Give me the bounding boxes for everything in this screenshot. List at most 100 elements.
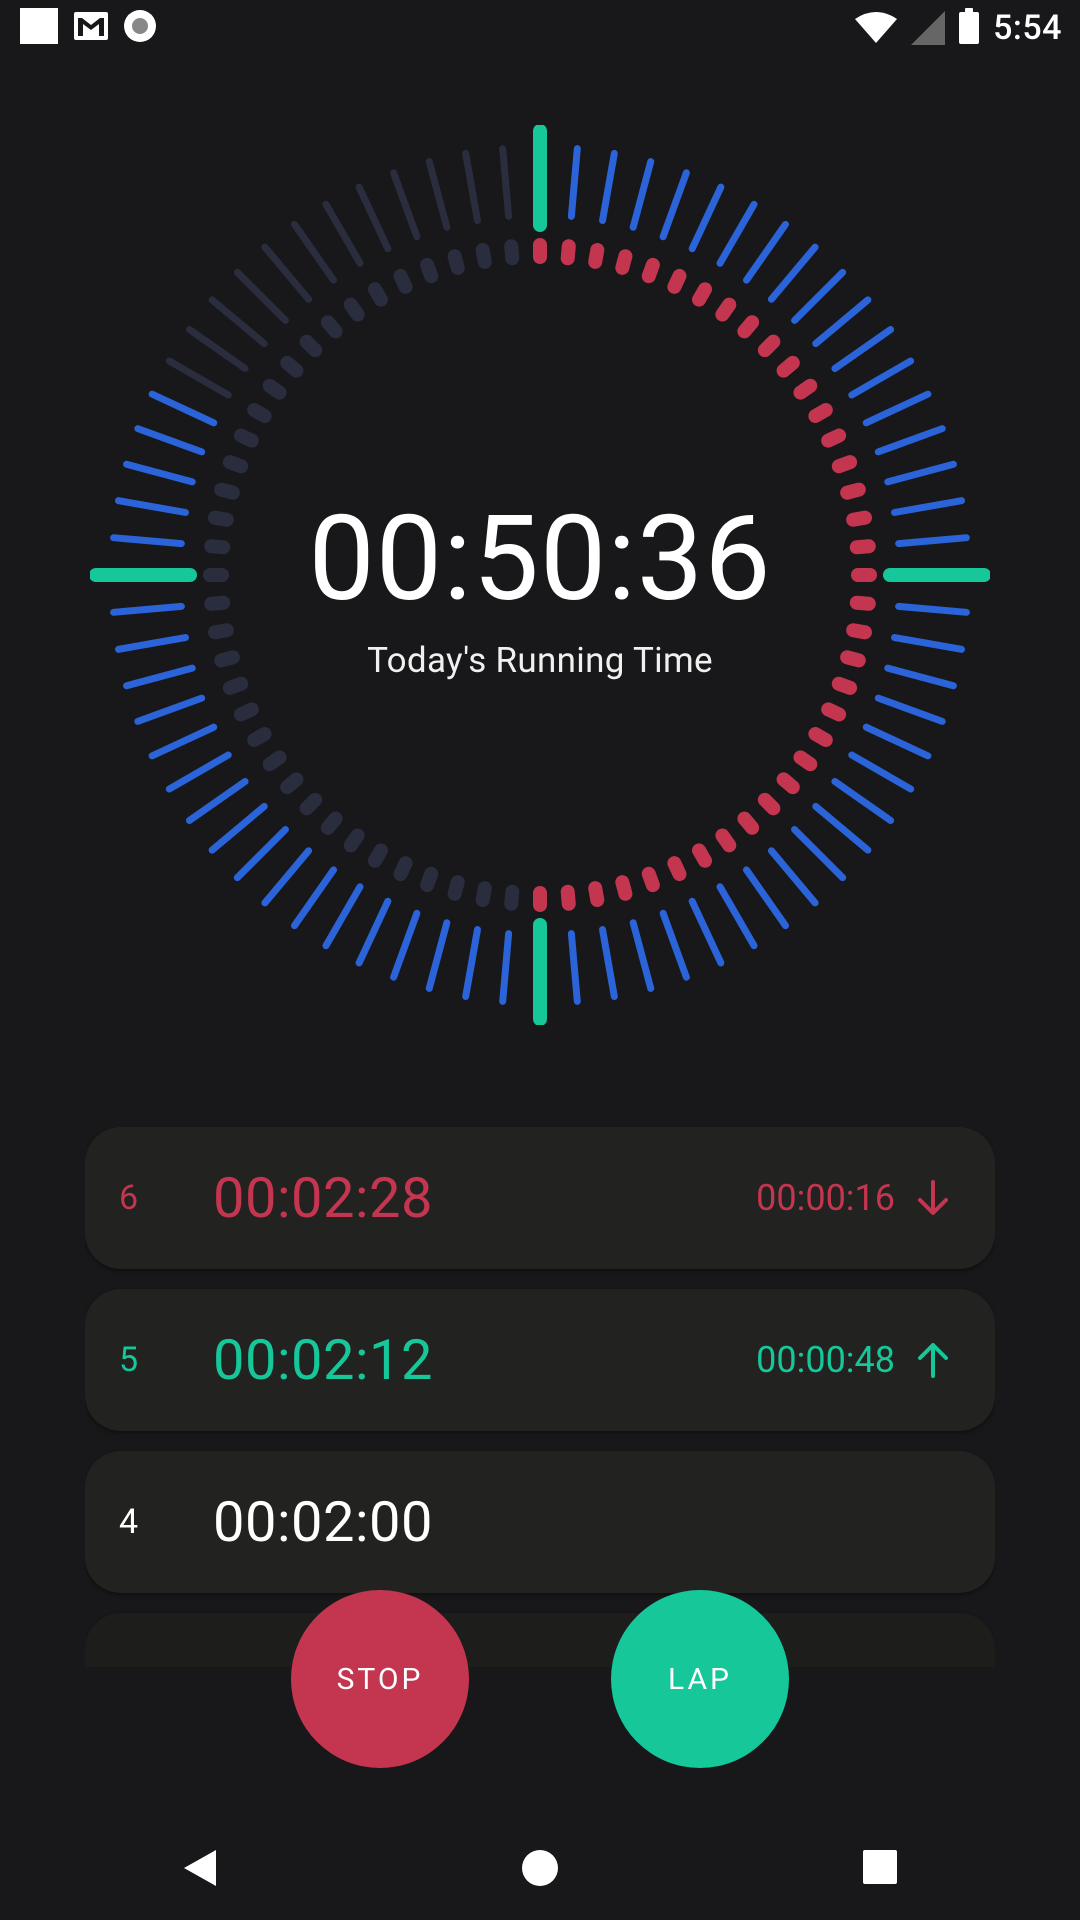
home-icon[interactable] xyxy=(521,1849,559,1887)
dial-outer-tick xyxy=(688,183,725,253)
dial-outer-tick xyxy=(148,723,218,760)
dial-inner-tick xyxy=(368,843,388,868)
dial-inner-tick xyxy=(757,334,781,358)
gmail-icon xyxy=(74,12,108,40)
dial-inner-tick xyxy=(320,315,343,339)
dial-inner-tick xyxy=(808,403,833,423)
dial-inner-tick xyxy=(343,297,365,322)
lap-time: 00:02:12 xyxy=(213,1327,433,1393)
dial-outer-tick xyxy=(831,777,895,824)
lap-number: 6 xyxy=(119,1178,139,1218)
lap-diff: 00:00:48 xyxy=(756,1339,895,1381)
dial-inner-tick xyxy=(757,792,781,816)
lap-time: 00:02:28 xyxy=(213,1165,433,1231)
dial-outer-tick xyxy=(791,826,847,882)
status-bar: 5:54 xyxy=(0,0,1080,52)
dial-outer-tick xyxy=(874,694,946,725)
lap-time: 00:02:00 xyxy=(213,1489,433,1555)
dial-inner-tick xyxy=(247,727,272,747)
dial-inner-tick xyxy=(715,297,737,322)
dial-inner-tick xyxy=(393,268,413,294)
dial-inner-tick xyxy=(447,249,465,275)
dial-outer-tick xyxy=(148,390,218,427)
dial-outer-tick xyxy=(185,777,249,824)
dial-inner-tick xyxy=(641,866,660,893)
signal-icon xyxy=(911,11,946,45)
dial-inner-tick xyxy=(504,884,520,911)
dial-inner-tick xyxy=(776,772,800,795)
dial-outer-tick xyxy=(261,847,313,907)
dial-outer-tick xyxy=(322,883,364,950)
dial-inner-tick xyxy=(320,811,343,835)
dial-inner-tick xyxy=(846,623,872,640)
dial-outer-tick xyxy=(659,909,690,981)
lap-row-partial xyxy=(85,1613,995,1667)
stop-button[interactable]: STOP xyxy=(291,1590,469,1768)
dial-outer-tick xyxy=(390,909,421,981)
dial-inner-tick xyxy=(560,884,576,911)
lap-number: 4 xyxy=(119,1502,139,1542)
dial-outer-tick xyxy=(291,866,338,930)
battery-icon xyxy=(959,8,980,44)
dial-outer-tick xyxy=(629,919,655,992)
dial-inner-tick xyxy=(299,334,323,358)
dial-outer-tick xyxy=(208,296,268,348)
dial-outer-tick xyxy=(567,145,581,220)
dial-outer-tick xyxy=(874,425,946,456)
dial-inner-tick xyxy=(280,355,304,378)
status-bar-notifications xyxy=(20,8,156,44)
dial-inner-tick xyxy=(715,828,737,853)
dial-inner-tick xyxy=(247,403,272,423)
dial-outer-tick xyxy=(629,158,655,231)
elapsed-time-label: Today's Running Time xyxy=(367,640,713,681)
dial-inner-tick xyxy=(475,881,492,907)
dial-outer-tick xyxy=(599,150,618,224)
dial-outer-tick xyxy=(862,390,932,427)
dial-outer-tick xyxy=(123,460,196,486)
lap-row: 6 00:02:28 00:00:16 xyxy=(85,1127,995,1269)
dial-inner-tick xyxy=(214,482,240,500)
dial-inner-tick xyxy=(667,856,687,882)
dial-inner-tick xyxy=(368,282,388,307)
dial-outer-tick xyxy=(390,169,421,241)
dial-inner-tick xyxy=(692,843,712,868)
notification-square-icon xyxy=(20,8,58,44)
dial-outer-tick xyxy=(791,268,847,324)
dial-inner-tick xyxy=(808,727,833,747)
dial-inner-tick xyxy=(222,676,249,695)
dial-outer-tick xyxy=(848,751,915,793)
lap-button[interactable]: LAP xyxy=(611,1590,789,1768)
status-bar-system: 5:54 xyxy=(855,8,1062,48)
dial-outer-tick xyxy=(165,357,232,399)
dial-inner-tick xyxy=(504,239,520,266)
dial-outer-tick xyxy=(185,326,249,373)
dial-inner-tick xyxy=(667,268,687,294)
dial-outer-tick xyxy=(767,243,819,303)
dial-outer-tick xyxy=(742,220,789,284)
dial-inner-tick xyxy=(793,378,818,400)
back-icon[interactable] xyxy=(182,1848,218,1888)
dial-inner-tick xyxy=(208,623,234,640)
dial-inner-tick xyxy=(588,243,605,269)
dial-outer-tick xyxy=(134,694,206,725)
dial-outer-tick xyxy=(659,169,690,241)
dial-inner-tick xyxy=(299,792,323,816)
dial-inner-tick xyxy=(262,750,287,772)
dial-outer-tick xyxy=(831,326,895,373)
dial-outer-tick xyxy=(862,723,932,760)
dial-inner-tick xyxy=(821,702,847,722)
dial-outer-tick xyxy=(767,847,819,907)
dial-outer-tick xyxy=(233,268,289,324)
recents-icon[interactable] xyxy=(863,1850,897,1884)
status-time: 5:54 xyxy=(993,8,1062,48)
dial-inner-tick xyxy=(692,282,712,307)
dial-inner-tick xyxy=(641,257,660,284)
dial-inner-tick xyxy=(393,856,413,882)
dial-inner-tick xyxy=(420,866,439,893)
dial-outer-tick xyxy=(233,826,289,882)
lap-list[interactable]: 6 00:02:28 00:00:16 5 00:02:12 00:00:48 … xyxy=(85,1127,995,1667)
dial-outer-tick xyxy=(291,220,338,284)
dial-outer-tick xyxy=(165,751,232,793)
dial-outer-tick xyxy=(425,158,451,231)
dial-inner-tick xyxy=(560,239,576,266)
